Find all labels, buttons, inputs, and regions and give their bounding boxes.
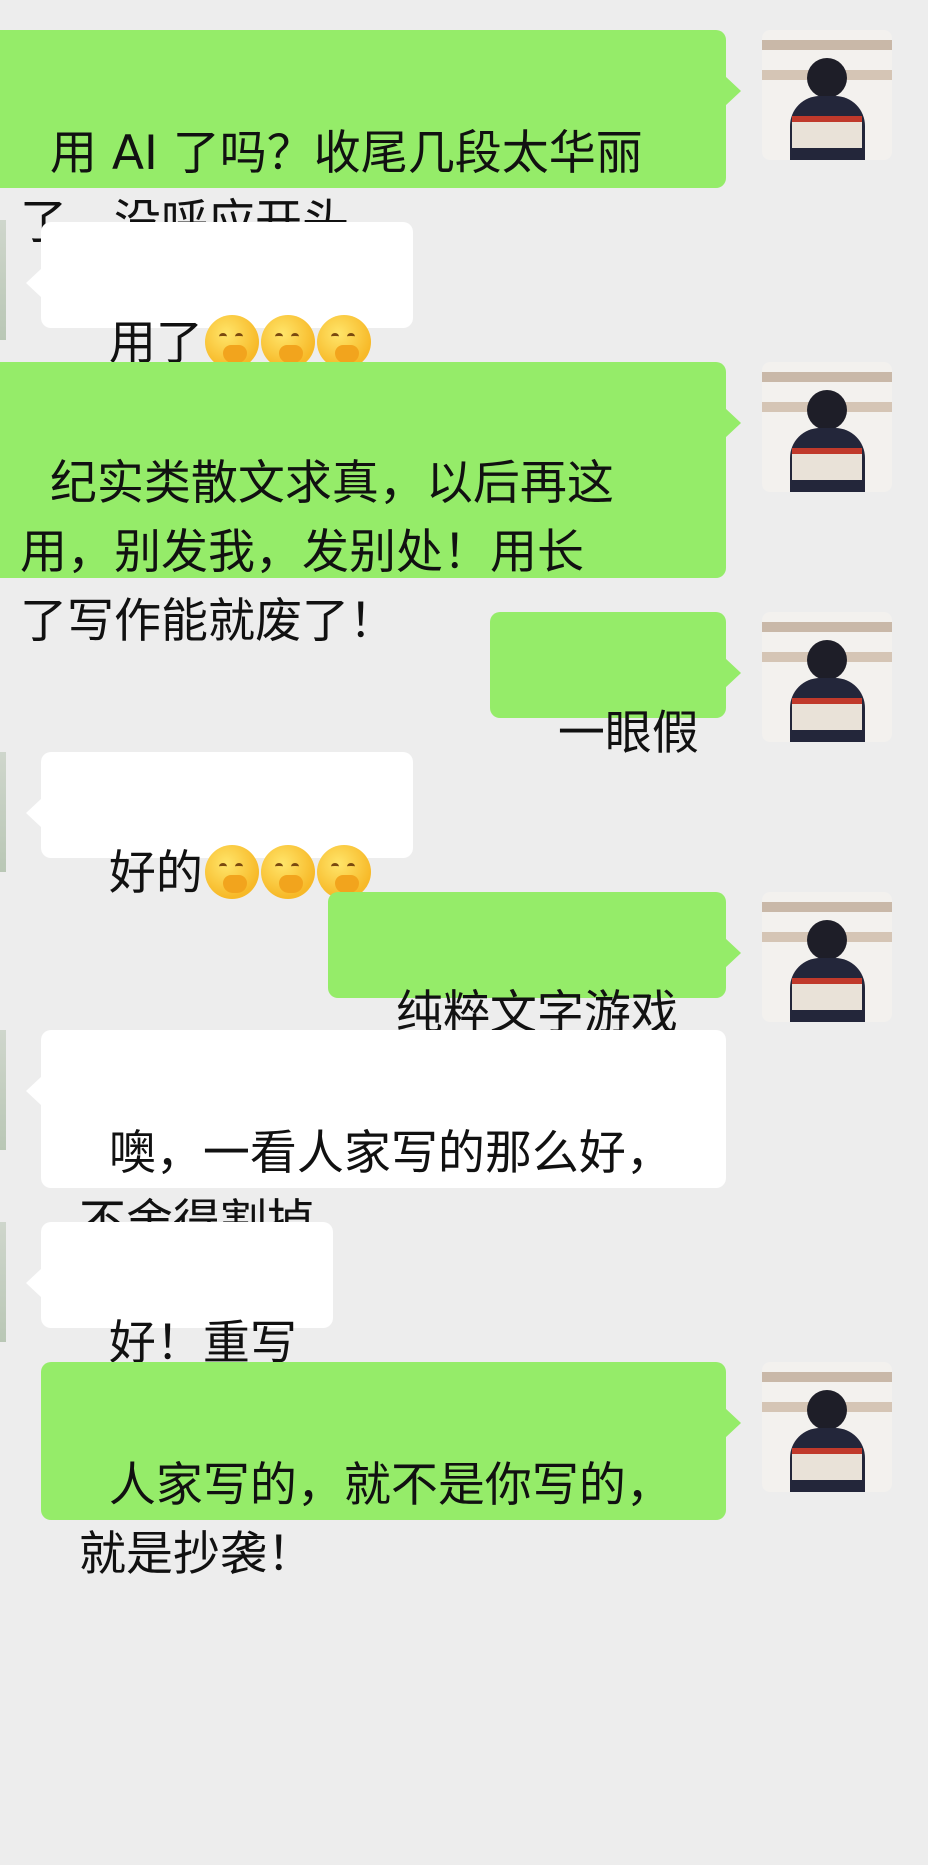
- message-bubble-outgoing[interactable]: 用 AI 了吗？收尾几段太华丽 了，没呼应开头: [0, 30, 741, 250]
- sender-avatar[interactable]: [762, 30, 892, 160]
- message-bubble-outgoing[interactable]: 纪实类散文求真，以后再这 用，别发我，发别处！用长 了写作能就废了！: [0, 362, 741, 649]
- sender-avatar[interactable]: [762, 1362, 892, 1492]
- message-text: 人家写的，就不是你写的， 就是抄袭！: [79, 1458, 673, 1582]
- message-bubble-outgoing[interactable]: 纯粹文字游戏: [328, 892, 741, 1041]
- sender-avatar[interactable]: [762, 362, 892, 492]
- contact-avatar[interactable]: [0, 1030, 6, 1150]
- sender-avatar[interactable]: [762, 612, 892, 742]
- message-text: 好的: [108, 846, 203, 901]
- shy-face-icon: [260, 845, 315, 899]
- shy-face-icon: [204, 315, 259, 369]
- message-bubble-outgoing[interactable]: 一眼假: [490, 612, 741, 761]
- shy-face-icon: [316, 315, 371, 369]
- message-bubble-incoming[interactable]: 用了: [26, 222, 413, 371]
- message-bubble-incoming[interactable]: 噢，一看人家写的那么好， 不舍得割掉: [26, 1030, 726, 1250]
- shy-face-icon: [204, 845, 259, 899]
- message-bubble-incoming[interactable]: 好的: [26, 752, 413, 901]
- message-bubble-outgoing[interactable]: 人家写的，就不是你写的， 就是抄袭！: [41, 1362, 741, 1582]
- shy-face-icon: [316, 845, 371, 899]
- message-text: 一眼假: [557, 706, 699, 761]
- shy-face-icon: [260, 315, 315, 369]
- contact-avatar[interactable]: [0, 1222, 6, 1342]
- contact-avatar[interactable]: [0, 752, 6, 872]
- contact-avatar[interactable]: [0, 220, 6, 340]
- message-bubble-incoming[interactable]: 好！重写: [26, 1222, 333, 1371]
- sender-avatar[interactable]: [762, 892, 892, 1022]
